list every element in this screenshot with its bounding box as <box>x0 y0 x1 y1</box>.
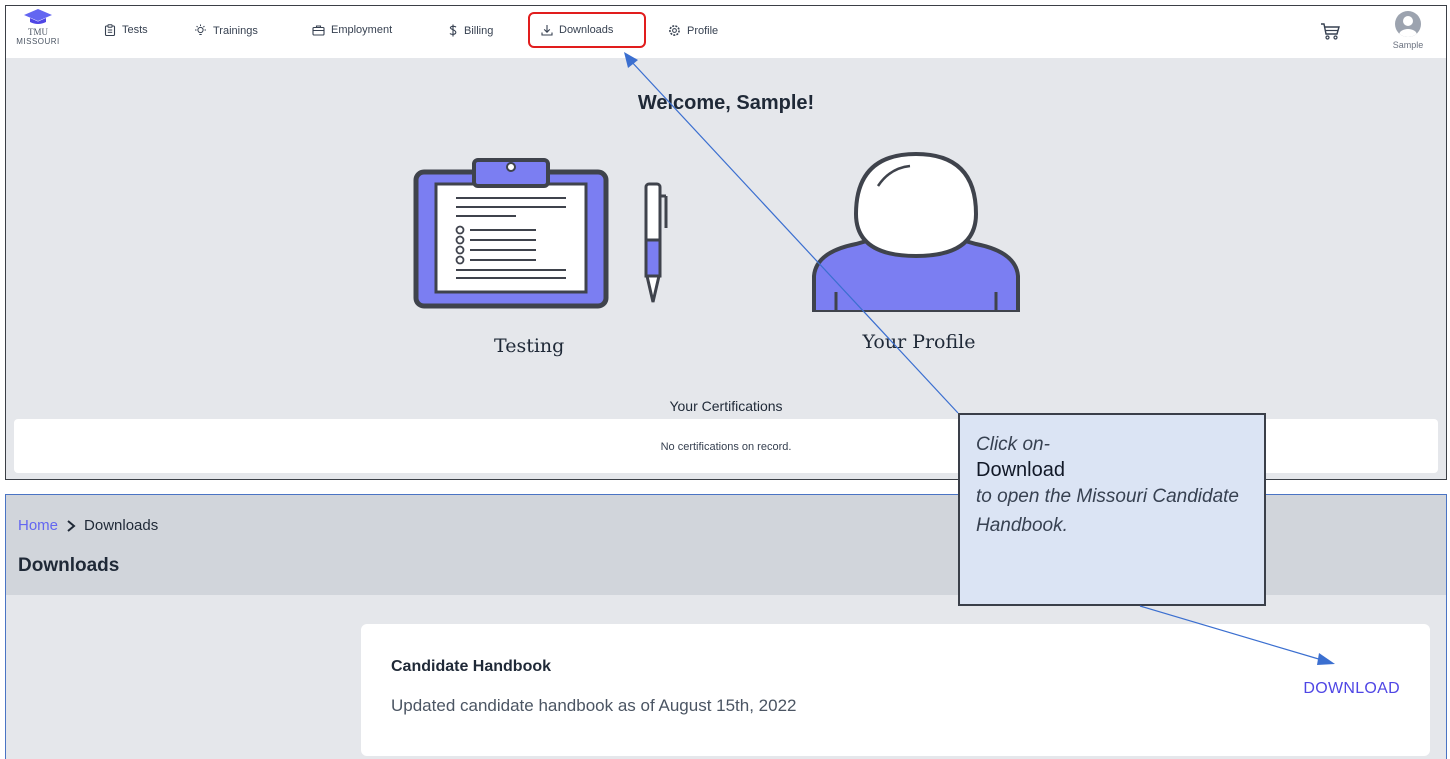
callout-line-1: Click on- <box>976 434 1050 455</box>
chevron-right-icon <box>67 519 76 532</box>
tutorial-image: TMU MISSOURI Tests Trainings Employment … <box>0 0 1450 759</box>
person-illustration <box>812 151 1020 314</box>
clipboard-pen-illustration <box>413 158 668 309</box>
download-item-description: Updated candidate handbook as of August … <box>391 696 797 715</box>
lightbulb-icon <box>195 24 206 35</box>
top-navbar: TMU MISSOURI Tests Trainings Employment … <box>6 6 1446 58</box>
your-profile-tile[interactable]: Your Profile <box>806 151 1026 353</box>
nav-profile[interactable]: Profile <box>668 24 718 37</box>
nav-employment-label: Employment <box>331 24 393 36</box>
logo-text-tmu: TMU <box>28 27 48 37</box>
nav-billing[interactable]: Billing <box>448 24 493 37</box>
nav-tests-label: Tests <box>122 24 148 36</box>
nav-trainings[interactable]: Trainings <box>194 24 258 37</box>
cart-button[interactable] <box>1320 22 1340 45</box>
dollar-icon <box>449 24 457 37</box>
download-button[interactable]: DOWNLOAD <box>1303 680 1400 698</box>
user-menu[interactable]: Sample <box>1386 11 1430 50</box>
nav-tests[interactable]: Tests <box>104 24 148 36</box>
gear-icon <box>669 25 680 36</box>
welcome-heading: Welcome, Sample! <box>637 92 815 114</box>
dashboard-screenshot: TMU MISSOURI Tests Trainings Employment … <box>5 5 1447 480</box>
briefcase-icon <box>312 25 325 36</box>
user-silhouette-icon <box>1399 16 1417 37</box>
graduation-cap-icon <box>24 9 52 24</box>
callout-line-2: Download <box>976 459 1065 481</box>
avatar <box>1395 11 1421 37</box>
testing-label: Testing <box>494 335 565 357</box>
breadcrumb-current: Downloads <box>84 517 159 534</box>
breadcrumb: Home Downloads <box>18 517 158 534</box>
download-item-card: Candidate Handbook Updated candidate han… <box>361 624 1430 756</box>
breadcrumb-home[interactable]: Home <box>18 517 58 534</box>
download-icon <box>541 25 553 36</box>
page-title: Downloads <box>18 555 120 576</box>
nav-downloads[interactable]: Downloads <box>541 24 613 36</box>
instruction-callout: Click on- Download to open the Missouri … <box>958 413 1266 606</box>
callout-line-3: to open the Missouri Candidate Handbook. <box>976 486 1239 536</box>
nav-trainings-label: Trainings <box>213 24 258 37</box>
nav-downloads-label: Downloads <box>559 24 614 36</box>
logo-text-missouri: MISSOURI <box>16 37 60 46</box>
nav-billing-label: Billing <box>464 24 494 37</box>
clipboard-icon <box>104 24 116 36</box>
nav-employment[interactable]: Employment <box>312 24 392 36</box>
certifications-title: Your Certifications <box>669 398 783 414</box>
nav-profile-label: Profile <box>687 24 719 37</box>
download-item-title: Candidate Handbook <box>391 658 552 675</box>
user-name: Sample <box>1392 40 1424 50</box>
testing-tile[interactable]: Testing <box>406 152 676 357</box>
your-profile-label: Your Profile <box>862 331 976 353</box>
tmu-logo[interactable]: TMU MISSOURI <box>10 8 66 56</box>
cart-icon <box>1321 23 1340 40</box>
